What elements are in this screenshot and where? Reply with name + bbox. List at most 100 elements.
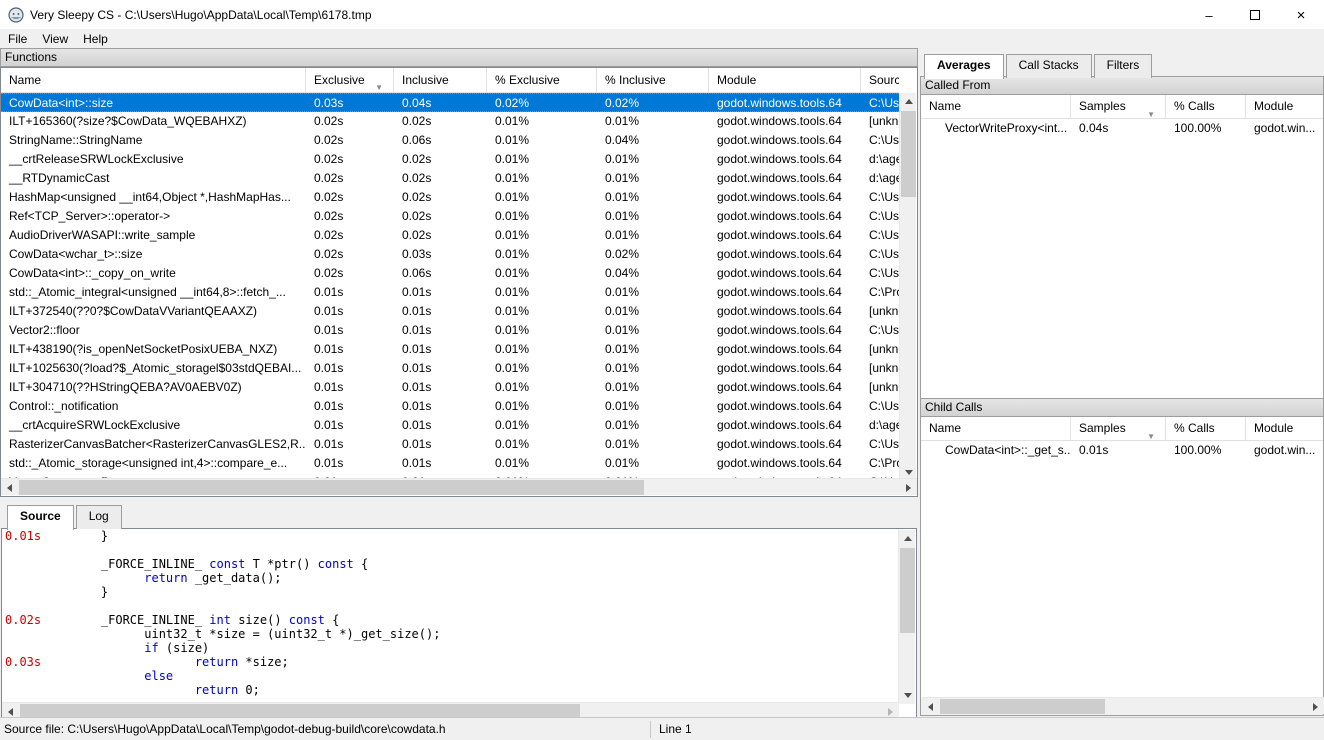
cell: godot.windows.tools.64 — [709, 226, 861, 245]
table-row[interactable]: __crtReleaseSRWLockExclusive0.02s0.02s0.… — [1, 150, 899, 169]
scrollbar-thumb[interactable] — [901, 111, 916, 197]
source-vertical-scrollbar[interactable] — [898, 530, 915, 704]
minimize-button[interactable]: – — [1186, 0, 1232, 30]
cell: godot.windows.tools.64 — [709, 264, 861, 283]
maximize-button[interactable] — [1232, 0, 1278, 30]
table-row[interactable]: ILT+165360(?size?$CowData_WQEBAHXZ)0.02s… — [1, 112, 899, 131]
cell: d:\agen — [861, 416, 899, 435]
cell: 0.04s — [1071, 119, 1166, 139]
table-row[interactable]: ILT+372540(??0?$CowDataVVariantQEAAXZ) 0.… — [1, 302, 899, 321]
cell: 0.01s — [306, 416, 394, 435]
scrollbar-thumb[interactable] — [19, 480, 644, 495]
source-code-area[interactable]: 0.01s } _FORCE_INLINE_ const T *ptr() co… — [2, 529, 899, 696]
column-header-pct-inclusive[interactable]: % Inclusive — [597, 68, 709, 93]
menu-view[interactable]: View — [35, 30, 75, 48]
cell: 0.02s — [306, 169, 394, 188]
cell: 0.01s — [306, 378, 394, 397]
table-row[interactable]: ILT+438190(?is_openNetSocketPosixUEBA_NX… — [1, 340, 899, 359]
scroll-left-icon[interactable] — [922, 698, 939, 715]
scroll-up-icon[interactable] — [900, 93, 917, 110]
cell: ILT+372540(??0?$CowDataVVariantQEAAXZ) — [1, 302, 306, 321]
column-header-inclusive[interactable]: Inclusive — [394, 68, 487, 93]
table-row[interactable]: AudioDriverWASAPI::write_sample0.02s0.02… — [1, 226, 899, 245]
table-row[interactable]: RasterizerCanvasBatcher<RasterizerCanvas… — [1, 435, 899, 454]
column-header-pct-calls[interactable]: % Calls — [1166, 417, 1246, 441]
table-row[interactable]: Control::_notification0.01s0.01s0.01%0.0… — [1, 397, 899, 416]
scroll-up-icon[interactable] — [899, 530, 916, 547]
table-row[interactable]: CowData<wchar_t>::size0.02s0.03s0.01%0.0… — [1, 245, 899, 264]
table-row[interactable]: Ref<TCP_Server>::operator->0.02s0.02s0.0… — [1, 207, 899, 226]
functions-horizontal-scrollbar[interactable] — [1, 478, 917, 495]
table-row[interactable]: ILT+304710(??HStringQEBA?AV0AEBV0Z)0.01s… — [1, 378, 899, 397]
table-row[interactable]: CowData<int>::_copy_on_write0.02s0.06s0.… — [1, 264, 899, 283]
menu-help[interactable]: Help — [76, 30, 115, 48]
column-header-pct-calls[interactable]: % Calls — [1166, 95, 1246, 119]
cell: 0.01s — [1071, 441, 1166, 461]
table-row[interactable]: StringName::StringName0.02s0.06s0.01%0.0… — [1, 131, 899, 150]
cell: 0.01s — [394, 302, 487, 321]
table-row[interactable]: VectorWriteProxy<int...0.04s100.00%godot… — [921, 119, 1323, 139]
scroll-right-icon[interactable] — [900, 479, 917, 496]
table-row[interactable]: CowData<int>::_get_s...0.01s100.00%godot… — [921, 441, 1323, 461]
close-button[interactable]: × — [1278, 0, 1324, 30]
scrollbar-thumb[interactable] — [900, 548, 915, 633]
called-from-header: Name Samples▼ % Calls Module — [921, 95, 1323, 119]
cell: godot.win... — [1246, 441, 1323, 461]
column-header-samples[interactable]: Samples▼ — [1071, 95, 1166, 119]
table-row[interactable]: __crtAcquireSRWLockExclusive0.01s0.01s0.… — [1, 416, 899, 435]
code-line: else — [2, 669, 899, 683]
cell: 0.01s — [306, 454, 394, 473]
column-header-source[interactable]: Source — [861, 68, 899, 93]
scroll-left-icon[interactable] — [1, 479, 18, 496]
cell: 0.01% — [487, 207, 597, 226]
code-line: } — [2, 585, 899, 599]
cell: 0.02s — [394, 207, 487, 226]
cell: std::_Atomic_storage<unsigned int,4>::co… — [1, 454, 306, 473]
column-header-exclusive[interactable]: Exclusive▼ — [306, 68, 394, 93]
cell: 100.00% — [1166, 119, 1246, 139]
table-row[interactable]: Vector2::floor0.01s0.01s0.01%0.01%godot.… — [1, 321, 899, 340]
cell: 0.02s — [306, 264, 394, 283]
cell: 0.01s — [306, 283, 394, 302]
column-header-module[interactable]: Module — [1246, 95, 1323, 119]
table-row[interactable]: CowData<int>::size0.03s0.04s0.02%0.02%go… — [1, 93, 899, 112]
cell: 0.01% — [597, 435, 709, 454]
cell: godot.windows.tools.64 — [709, 112, 861, 131]
cell: C:\User — [861, 264, 899, 283]
table-row[interactable]: ILT+1025630(?load?$_Atomic_storagel$03st… — [1, 359, 899, 378]
tab-log[interactable]: Log — [76, 505, 122, 529]
cell: Ref<TCP_Server>::operator-> — [1, 207, 306, 226]
functions-panel-caption: Functions — [0, 48, 918, 67]
cell: CowData<int>::_get_s... — [921, 441, 1071, 461]
column-header-name[interactable]: Name — [921, 417, 1071, 441]
cell: 0.01% — [597, 188, 709, 207]
child-calls-horizontal-scrollbar[interactable] — [922, 697, 1324, 714]
cell: C:\User — [861, 226, 899, 245]
tab-call-stacks[interactable]: Call Stacks — [1006, 54, 1092, 78]
cell: C:\User — [861, 435, 899, 454]
code-line: return 0; — [2, 683, 899, 696]
code-line: 0.01s } — [2, 529, 899, 543]
title-bar[interactable]: Very Sleepy CS - C:\Users\Hugo\AppData\L… — [0, 0, 1324, 30]
column-header-samples[interactable]: Samples▼ — [1071, 417, 1166, 441]
cell: 0.03s — [394, 245, 487, 264]
table-row[interactable]: HashMap<unsigned __int64,Object *,HashMa… — [1, 188, 899, 207]
column-header-module[interactable]: Module — [1246, 417, 1323, 441]
column-header-name[interactable]: Name — [1, 68, 306, 93]
table-row[interactable]: std::_Atomic_storage<unsigned int,4>::co… — [1, 454, 899, 473]
functions-vertical-scrollbar[interactable] — [899, 93, 916, 481]
column-header-pct-exclusive[interactable]: % Exclusive — [487, 68, 597, 93]
column-header-name[interactable]: Name — [921, 95, 1071, 119]
cell: 0.01s — [394, 321, 487, 340]
scroll-down-icon[interactable] — [899, 687, 916, 704]
scrollbar-thumb[interactable] — [940, 699, 1105, 714]
scroll-right-icon[interactable] — [1307, 698, 1324, 715]
table-row[interactable]: __RTDynamicCast0.02s0.02s0.01%0.01%godot… — [1, 169, 899, 188]
tab-source[interactable]: Source — [7, 505, 74, 530]
tab-filters[interactable]: Filters — [1094, 54, 1153, 78]
menu-file[interactable]: File — [1, 30, 34, 48]
cell: 0.03s — [306, 94, 394, 113]
column-header-module[interactable]: Module — [709, 68, 861, 93]
tab-averages[interactable]: Averages — [924, 54, 1004, 79]
table-row[interactable]: std::_Atomic_integral<unsigned __int64,8… — [1, 283, 899, 302]
